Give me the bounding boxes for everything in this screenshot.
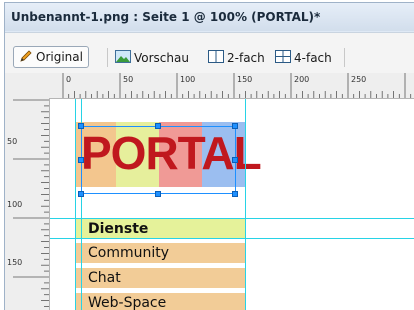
view-toolbar: Original Vorschau 2-fach 4-fach [5,32,414,73]
document-window: Unbenannt-1.png : Seite 1 @ 100% (PORTAL… [4,2,414,310]
preview-view-button[interactable]: Vorschau [115,47,189,69]
ruler-label: 100 [180,75,196,84]
resize-handle[interactable] [232,123,238,129]
two-up-view-button[interactable]: 2-fach [208,47,265,69]
vertical-guide-line[interactable] [245,99,246,310]
design-canvas[interactable]: PORTAL Dienste Community Chat Web-Space [50,99,414,310]
original-view-button[interactable]: Original [13,46,89,68]
selection-box[interactable] [81,126,236,194]
ruler-label: 250 [351,75,367,84]
preview-label: Vorschau [134,51,189,65]
resize-handle[interactable] [232,157,238,163]
title-bar[interactable]: Unbenannt-1.png : Seite 1 @ 100% (PORTAL… [5,3,414,31]
toolbar-divider [107,48,108,67]
preview-icon [115,50,131,66]
two-up-icon [208,50,224,66]
window-title: Unbenannt-1.png : Seite 1 @ 100% (PORTAL… [11,10,321,24]
resize-handle[interactable] [155,123,161,129]
resize-handle[interactable] [78,191,84,197]
menu-item-chat[interactable]: Chat [75,268,245,288]
ruler-label: 50 [123,75,134,84]
vertical-guide-line[interactable] [75,99,76,310]
menu-item-community[interactable]: Community [75,243,245,263]
four-up-view-button[interactable]: 4-fach [275,47,332,69]
vertical-ruler[interactable]: 50 100 150 [5,98,50,310]
four-up-label: 4-fach [294,51,332,65]
toolbar-divider [344,48,345,67]
horizontal-guide-line[interactable] [50,218,414,219]
two-up-label: 2-fach [227,51,265,65]
resize-handle[interactable] [78,123,84,129]
menu-item-web-space[interactable]: Web-Space [75,293,245,310]
ruler-label: 150 [237,75,253,84]
ruler-label: 0 [66,75,72,84]
ruler-label: 50 [7,137,18,146]
ruler-label: 150 [7,258,23,267]
resize-handle[interactable] [78,157,84,163]
four-up-icon [275,50,291,66]
resize-handle[interactable] [155,191,161,197]
horizontal-ruler[interactable]: 0 50 100 150 200 250 [5,73,414,99]
resize-handle[interactable] [232,191,238,197]
horizontal-guide-line[interactable] [50,238,414,239]
original-label: Original [36,50,83,64]
menu-item-dienste[interactable]: Dienste [75,219,245,239]
ruler-label: 100 [7,200,23,209]
ruler-label: 200 [294,75,310,84]
pencil-icon [19,49,33,66]
